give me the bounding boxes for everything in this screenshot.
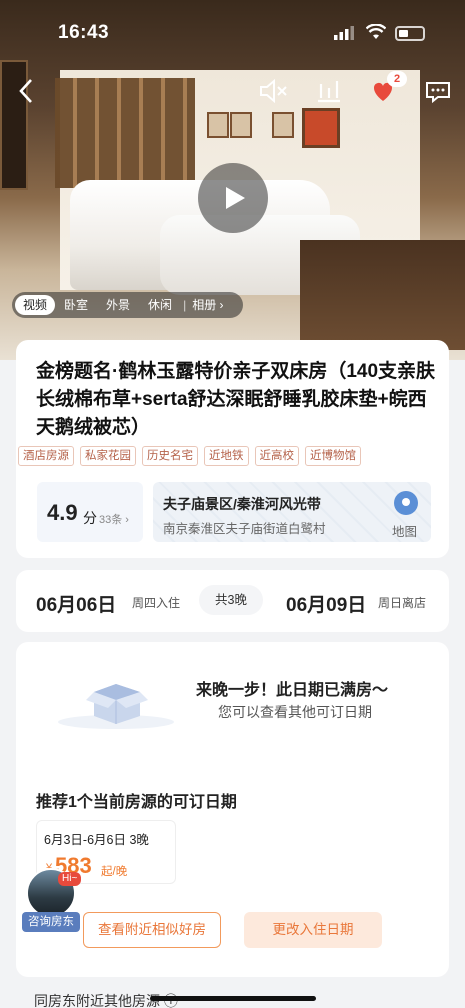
home-indicator[interactable] — [150, 996, 316, 1001]
message-icon[interactable] — [425, 80, 451, 104]
location-address: 南京秦淮区夫子庙街道白鹭村 — [163, 522, 326, 536]
mute-icon[interactable] — [258, 78, 288, 104]
availability-card: 来晚一步！此日期已满房～ 您可以查看其他可订日期 推荐1个当前房源的可订日期 6… — [16, 642, 449, 977]
location-map-card[interactable]: 夫子庙景区/秦淮河风光带 南京秦淮区夫子庙街道白鹭村 地图 — [153, 482, 431, 542]
option-price-unit: 起/晚 — [101, 866, 128, 878]
checkin-date[interactable]: 06月06日 — [36, 590, 116, 617]
tab-bedroom[interactable]: 卧室 — [55, 292, 97, 318]
rating-summary[interactable]: 4.9 分 33条 › — [37, 482, 143, 542]
tag-item: 近博物馆 — [305, 446, 361, 466]
tag-item: 近地铁 — [204, 446, 249, 466]
back-icon[interactable] — [18, 78, 34, 104]
location-area: 夫子庙景区/秦淮河风光带 — [163, 496, 321, 512]
checkout-date[interactable]: 06月09日 — [286, 590, 366, 617]
tab-video[interactable]: 视频 — [15, 295, 56, 315]
fully-booked-subline: 您可以查看其他可订日期 — [218, 704, 372, 720]
battery-icon — [395, 26, 425, 41]
notification-badge: 2 — [387, 71, 407, 87]
tag-item: 近高校 — [254, 446, 299, 466]
nearby-similar-button[interactable]: 查看附近相似好房 — [83, 912, 221, 948]
map-label: 地图 — [392, 525, 418, 539]
review-count: 33条 › — [99, 514, 129, 526]
wall-painting — [230, 112, 252, 138]
listing-tags: 酒店房源 私家花园 历史名宅 近地铁 近高校 近博物馆 — [18, 446, 361, 466]
signal-icon — [334, 26, 354, 40]
recommend-title: 推荐1个当前房源的可订日期 — [36, 794, 237, 811]
host-label: 咨询房东 — [22, 912, 80, 932]
rating-unit: 分 — [83, 510, 97, 526]
map-pin-icon — [394, 491, 418, 515]
room-cabinet — [300, 240, 465, 350]
checkout-label: 周日离店 — [378, 596, 427, 610]
status-time: 16:43 — [58, 22, 110, 43]
wall-painting — [272, 112, 294, 138]
nights-pill: 共3晚 — [199, 585, 263, 615]
checkin-label: 周四入住 — [132, 596, 181, 610]
host-greeting-badge: Hi~ — [58, 872, 82, 886]
wifi-icon — [366, 24, 386, 39]
contact-host-button[interactable]: Hi~ 咨询房东 — [22, 868, 82, 932]
media-tabs: 视频 卧室 外景 休闲 | 相册 › — [12, 292, 243, 318]
listing-title: 金榜题名·鹤林玉露特价亲子双床房（140支亲肤长绒棉布草+serta舒达深眠舒睡… — [36, 361, 436, 438]
rating-score: 4.9 — [47, 500, 78, 525]
room-window — [55, 78, 195, 188]
empty-box-icon — [58, 684, 174, 729]
tag-item: 历史名宅 — [142, 446, 198, 466]
change-dates-button[interactable]: 更改入住日期 — [244, 912, 382, 948]
status-bar: 16:43 — [0, 0, 465, 68]
tab-exterior[interactable]: 外景 — [97, 292, 139, 318]
wall-painting — [207, 112, 229, 138]
date-selector[interactable]: 06月06日 周四入住 共3晚 06月09日 周日离店 — [16, 570, 449, 632]
bar-chart-icon[interactable] — [316, 78, 342, 104]
tag-item: 私家花园 — [80, 446, 136, 466]
tab-leisure[interactable]: 休闲 — [139, 292, 181, 318]
wall-painting — [302, 108, 340, 148]
fully-booked-headline: 来晚一步！此日期已满房～ — [196, 682, 389, 699]
play-icon — [226, 187, 245, 209]
option-date-range: 6月3日-6月6日 3晚 — [44, 833, 149, 847]
tag-item: 酒店房源 — [18, 446, 74, 466]
play-button[interactable] — [198, 163, 268, 233]
tab-album[interactable]: 相册 › — [186, 292, 232, 318]
